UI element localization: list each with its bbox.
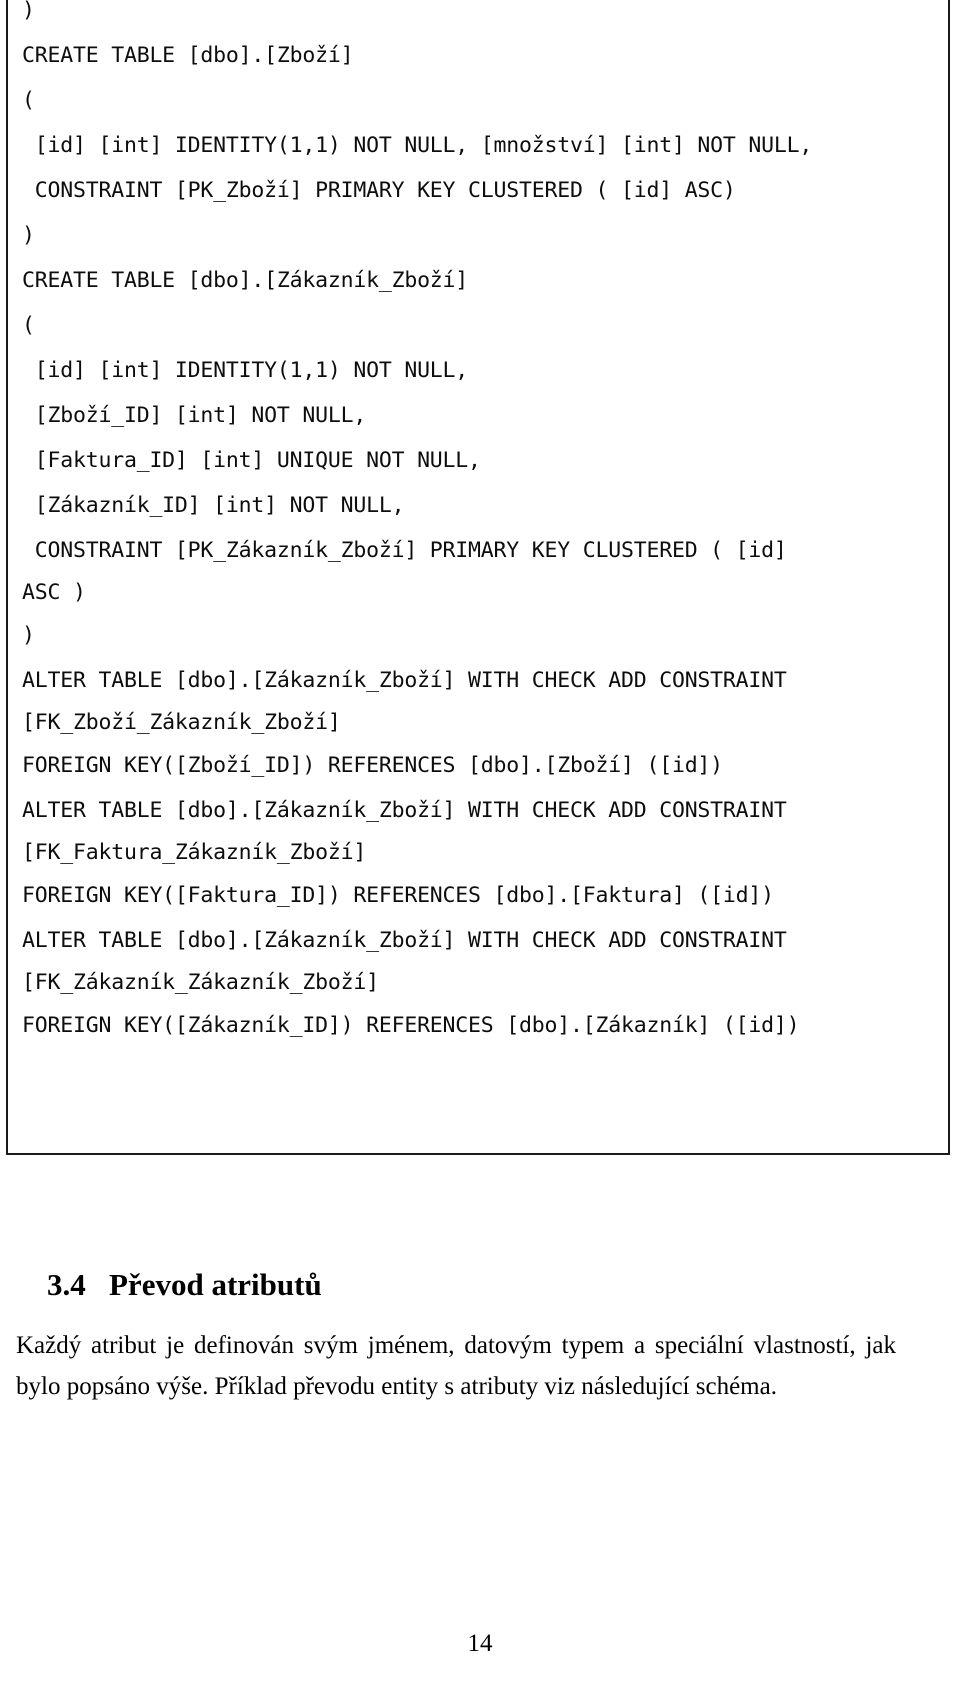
sql-code-line: [FK_Zboží_Zákazník_Zboží] [22,710,341,735]
sql-code-line: [Zboží_ID] [int] NOT NULL, [22,403,367,428]
sql-code-line: [FK_Zákazník_Zákazník_Zboží] [22,970,379,995]
sql-code-line: CONSTRAINT [PK_Zboží] PRIMARY KEY CLUSTE… [22,178,736,203]
sql-code-line: FOREIGN KEY([Zákazník_ID]) REFERENCES [d… [22,1013,800,1038]
section-title: Převod atributů [109,1267,322,1302]
sql-code-line: ALTER TABLE [dbo].[Zákazník_Zboží] WITH … [22,798,787,823]
sql-code-line: CREATE TABLE [dbo].[Zboží] [22,43,354,68]
sql-code-line: ASC ) [22,580,86,605]
sql-code-line: [id] [int] IDENTITY(1,1) NOT NULL, [22,358,469,383]
sql-code-lines: ) CREATE TABLE [dbo].[Zboží] ( [id] [int] … [22,0,940,1048]
sql-code-line: ) [22,623,35,648]
sql-code-line: ALTER TABLE [dbo].[Zákazník_Zboží] WITH … [22,928,787,953]
sql-code-line: ( [22,313,35,338]
section-paragraph: Každý atribut je definován svým jménem, … [16,1332,896,1400]
sql-code-line: ALTER TABLE [dbo].[Zákazník_Zboží] WITH … [22,668,787,693]
document-page: ) CREATE TABLE [dbo].[Zboží] ( [id] [int] … [0,0,960,1688]
section-number: 3.4 [47,1267,86,1302]
sql-code-line: ) [22,223,35,248]
sql-code-line: FOREIGN KEY([Zboží_ID]) REFERENCES [dbo]… [22,753,723,778]
sql-code-line: CONSTRAINT [PK_Zákazník_Zboží] PRIMARY K… [22,538,787,563]
sql-code-block: ) CREATE TABLE [dbo].[Zboží] ( [id] [int] … [6,0,950,1155]
sql-code-line: [id] [int] IDENTITY(1,1) NOT NULL, [množ… [22,133,813,158]
sql-code-line: CREATE TABLE [dbo].[Zákazník_Zboží] [22,268,469,293]
page-number: 14 [467,1630,493,1657]
sql-code-line: [Faktura_ID] [int] UNIQUE NOT NULL, [22,448,481,473]
sql-code-line: ( [22,88,35,113]
sql-code-line: ) [22,0,35,23]
sql-code-line: FOREIGN KEY([Faktura_ID]) REFERENCES [db… [22,883,774,908]
sql-code-line: [FK_Faktura_Zákazník_Zboží] [22,840,367,865]
sql-code-line: [Zákazník_ID] [int] NOT NULL, [22,493,405,518]
